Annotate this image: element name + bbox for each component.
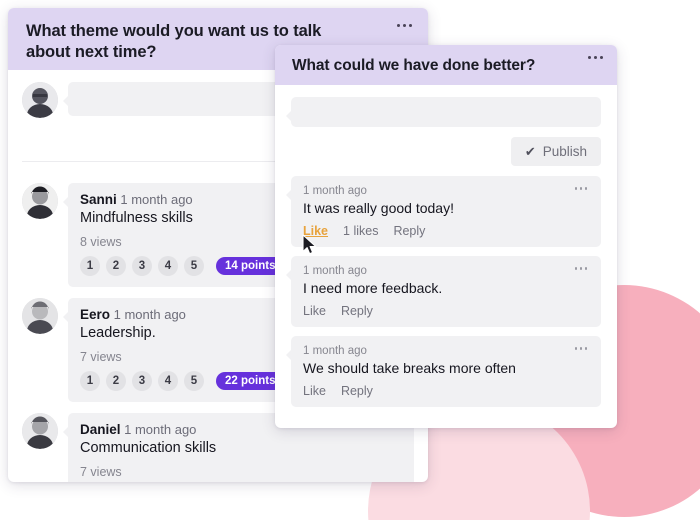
ellipsis-icon[interactable] (574, 267, 587, 270)
feedback-title: What could we have done better? (292, 57, 536, 74)
idea-author: Daniel (80, 422, 121, 437)
idea-time: 1 month ago (120, 192, 193, 207)
rating-option-2[interactable]: 2 (106, 256, 126, 276)
rating-option-1[interactable]: 1 (80, 371, 100, 391)
avatar (22, 413, 58, 449)
ellipsis-icon[interactable] (588, 56, 603, 59)
user-avatar (22, 82, 58, 118)
reply-button[interactable]: Reply (341, 384, 373, 398)
comment-text: It was really good today! (303, 200, 454, 216)
comment-list: 1 month ago It was really good today! Like… (275, 176, 617, 407)
comment-time: 1 month ago (303, 265, 367, 277)
reply-button[interactable]: Reply (341, 304, 373, 318)
screenshot-stage: What theme would you want us to talk abo… (0, 0, 700, 520)
avatar (22, 82, 58, 118)
user-avatar (22, 183, 58, 219)
comment-input[interactable] (286, 97, 601, 127)
composer-feedback (275, 85, 617, 127)
like-button[interactable]: Like (303, 304, 326, 318)
card-header-feedback: What could we have done better? (275, 45, 617, 85)
comment-item[interactable]: 1 month ago We should take breaks more of… (286, 336, 601, 407)
rating-option-1[interactable]: 1 (80, 256, 100, 276)
rating-option-3[interactable]: 3 (132, 256, 152, 276)
poll-card-feedback: What could we have done better? ✔ Publis… (275, 45, 617, 428)
comment-item[interactable]: 1 month ago I need more feedback. Like Repl… (286, 256, 601, 327)
idea-author: Eero (80, 307, 111, 322)
avatar (22, 183, 58, 219)
comment-time: 1 month ago (303, 185, 367, 197)
comment-actions: Like 1 likes Reply (303, 224, 567, 238)
idea-views: 7 views (80, 465, 122, 479)
likes-count: 1 likes (343, 224, 379, 238)
rating-option-5[interactable]: 5 (184, 371, 204, 391)
rating-option-5[interactable]: 5 (184, 256, 204, 276)
ellipsis-icon[interactable] (397, 24, 412, 27)
idea-time: 1 month ago (113, 307, 186, 322)
avatar (22, 298, 58, 334)
rating-option-4[interactable]: 4 (158, 371, 178, 391)
user-avatar (22, 413, 58, 449)
mouse-pointer-icon (302, 234, 317, 255)
rating-option-3[interactable]: 3 (132, 371, 152, 391)
comment-text: We should take breaks more often (303, 360, 516, 376)
check-icon: ✔ (524, 144, 536, 159)
comment-actions: Like Reply (303, 304, 567, 318)
publish-button[interactable]: ✔ Publish (510, 137, 601, 166)
ellipsis-icon[interactable] (574, 347, 587, 350)
idea-time: 1 month ago (124, 422, 197, 437)
rating-option-2[interactable]: 2 (106, 371, 126, 391)
comment-time: 1 month ago (303, 345, 367, 357)
like-button[interactable]: Like (303, 384, 326, 398)
comment-actions: Like Reply (303, 384, 567, 398)
idea-text: Communication skills (80, 440, 217, 456)
idea-author: Sanni (80, 192, 117, 207)
reply-button[interactable]: Reply (393, 224, 425, 238)
publish-button-label: Publish (542, 144, 587, 159)
ellipsis-icon[interactable] (574, 187, 587, 190)
user-avatar (22, 298, 58, 334)
comment-text: I need more feedback. (303, 280, 443, 296)
comment-item[interactable]: 1 month ago It was really good today! Like… (286, 176, 601, 247)
rating-option-4[interactable]: 4 (158, 256, 178, 276)
